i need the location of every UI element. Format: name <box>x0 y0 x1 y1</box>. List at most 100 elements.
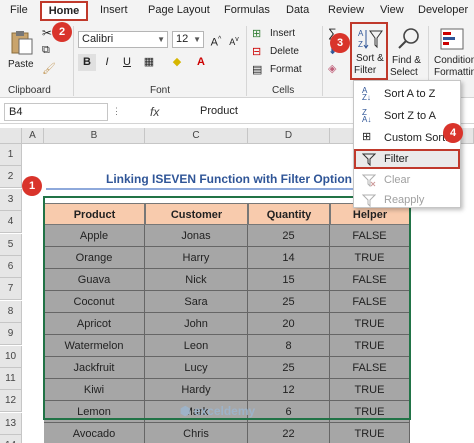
cell-quantity[interactable]: 20 <box>248 313 330 335</box>
cell-quantity[interactable]: 8 <box>248 335 330 357</box>
cell-helper[interactable]: TRUE <box>330 313 410 335</box>
select-all-corner[interactable] <box>0 128 22 144</box>
copy-icon[interactable]: ⧉ <box>42 44 50 57</box>
cell-helper[interactable]: TRUE <box>330 247 410 269</box>
column-header-a[interactable]: A <box>22 128 44 144</box>
name-box[interactable]: B4 <box>4 103 108 121</box>
row-header[interactable]: 10 <box>0 345 22 368</box>
row-header[interactable]: 2 <box>0 166 22 189</box>
cell-customer[interactable]: Hardy <box>145 379 248 401</box>
sort-filter-menu: A Z↓ Sort A to Z Z A↓ Sort Z to A ⊞ Custom… <box>353 80 461 208</box>
row-header[interactable]: 6 <box>0 256 22 278</box>
cell-customer[interactable]: Harry <box>145 247 248 269</box>
cell-helper[interactable]: FALSE <box>330 291 410 313</box>
find-select-button[interactable]: Find & Select <box>390 24 426 80</box>
cell-helper[interactable]: TRUE <box>330 379 410 401</box>
paste-button[interactable]: Paste <box>6 26 38 80</box>
row-header[interactable]: 3 <box>0 188 22 211</box>
format-painter-icon[interactable]: 🖌 <box>42 62 56 75</box>
row-header[interactable]: 11 <box>0 368 22 390</box>
cell-customer[interactable]: John <box>145 313 248 335</box>
cell-product[interactable]: Guava <box>44 269 145 291</box>
cell-quantity[interactable]: 22 <box>248 423 330 443</box>
row-header[interactable]: 14 <box>0 435 22 443</box>
underline-button[interactable]: U <box>118 54 136 71</box>
cell-customer[interactable]: Jonas <box>145 225 248 247</box>
row-header[interactable]: 9 <box>0 323 22 346</box>
cell-helper[interactable]: TRUE <box>330 423 410 443</box>
cell-product[interactable]: Jackfruit <box>44 357 145 379</box>
tab-home[interactable]: Home <box>40 1 88 21</box>
cell-quantity[interactable]: 25 <box>248 291 330 313</box>
fill-color-icon[interactable]: ◆ <box>168 54 186 71</box>
cell-quantity[interactable]: 25 <box>248 225 330 247</box>
increase-font-icon[interactable]: A^ <box>207 31 225 49</box>
cell-quantity[interactable]: 25 <box>248 357 330 379</box>
italic-button[interactable]: I <box>98 54 116 71</box>
clear-icon[interactable]: ◈ <box>328 62 336 75</box>
menu-item-reapply[interactable]: Reapply <box>354 189 460 211</box>
cell-quantity[interactable]: 6 <box>248 401 330 423</box>
row-header[interactable]: 12 <box>0 390 22 413</box>
header-product[interactable]: Product <box>44 203 145 225</box>
menu-item-sort-a-z[interactable]: A Z↓ Sort A to Z <box>354 83 460 105</box>
cell-customer[interactable]: Leon <box>145 335 248 357</box>
menu-item-clear[interactable]: Clear <box>354 169 460 191</box>
row-header[interactable]: 13 <box>0 412 22 435</box>
tab-developer[interactable]: Developer <box>418 4 468 16</box>
column-header-c[interactable]: C <box>145 128 248 144</box>
tab-insert[interactable]: Insert <box>100 4 128 16</box>
cell-customer[interactable]: Nick <box>145 269 248 291</box>
font-size-select[interactable]: 12 ▼ <box>172 31 204 48</box>
menu-item-filter[interactable]: Filter <box>354 149 460 169</box>
cell-product[interactable]: Apricot <box>44 313 145 335</box>
formula-input[interactable]: Product <box>200 105 238 117</box>
cell-customer[interactable]: Lucy <box>145 357 248 379</box>
fx-icon[interactable]: fx <box>150 105 159 119</box>
tab-data[interactable]: Data <box>286 4 309 16</box>
cell-product[interactable]: Avocado <box>44 423 145 443</box>
header-customer[interactable]: Customer <box>145 203 248 225</box>
bold-button[interactable]: B <box>78 54 96 71</box>
tab-file[interactable]: File <box>10 4 28 16</box>
cell-quantity[interactable]: 14 <box>248 247 330 269</box>
cell-helper[interactable]: FALSE <box>330 225 410 247</box>
font-name-select[interactable]: Calibri ▼ <box>78 31 168 48</box>
cell-customer[interactable]: Sara <box>145 291 248 313</box>
tab-review[interactable]: Review <box>328 4 364 16</box>
cell-quantity[interactable]: 15 <box>248 269 330 291</box>
sort-filter-button[interactable]: A Z Sort & Filter <box>350 22 388 80</box>
format-button[interactable]: ▤ Format <box>252 62 318 79</box>
decrease-font-icon[interactable]: Av <box>225 31 243 48</box>
menu-item-sort-z-a[interactable]: Z A↓ Sort Z to A <box>354 105 460 127</box>
cell-quantity[interactable]: 12 <box>248 379 330 401</box>
cell-product[interactable]: Coconut <box>44 291 145 313</box>
cell-helper[interactable]: TRUE <box>330 335 410 357</box>
row-header[interactable]: 5 <box>0 233 22 256</box>
row-header[interactable]: 1 <box>0 144 22 166</box>
row-header[interactable]: 8 <box>0 300 22 323</box>
insert-button[interactable]: ⊞ Insert <box>252 26 318 43</box>
tab-formulas[interactable]: Formulas <box>224 4 270 16</box>
row-header[interactable]: 4 <box>0 211 22 234</box>
tab-view[interactable]: View <box>380 4 404 16</box>
cell-product[interactable]: Lemon <box>44 401 145 423</box>
cell-product[interactable]: Watermelon <box>44 335 145 357</box>
font-color-icon[interactable]: A <box>192 54 210 71</box>
header-quantity[interactable]: Quantity <box>248 203 330 225</box>
cell-product[interactable]: Orange <box>44 247 145 269</box>
tab-page-layout[interactable]: Page Layout <box>148 4 210 16</box>
row-header[interactable]: 7 <box>0 278 22 301</box>
delete-button[interactable]: ⊟ Delete <box>252 44 318 61</box>
cell-helper[interactable]: FALSE <box>330 269 410 291</box>
cell-product[interactable]: Apple <box>44 225 145 247</box>
column-header-d[interactable]: D <box>248 128 330 144</box>
cell-product[interactable]: Kiwi <box>44 379 145 401</box>
cell-customer[interactable]: Chris <box>145 423 248 443</box>
cell-helper[interactable]: FALSE <box>330 357 410 379</box>
cell-helper[interactable]: TRUE <box>330 401 410 423</box>
conditional-formatting-button[interactable]: Condition Formattin <box>432 24 474 80</box>
borders-icon[interactable]: ▦ <box>140 54 158 71</box>
column-header-b[interactable]: B <box>44 128 145 144</box>
cut-icon[interactable]: ✂ <box>42 26 52 40</box>
